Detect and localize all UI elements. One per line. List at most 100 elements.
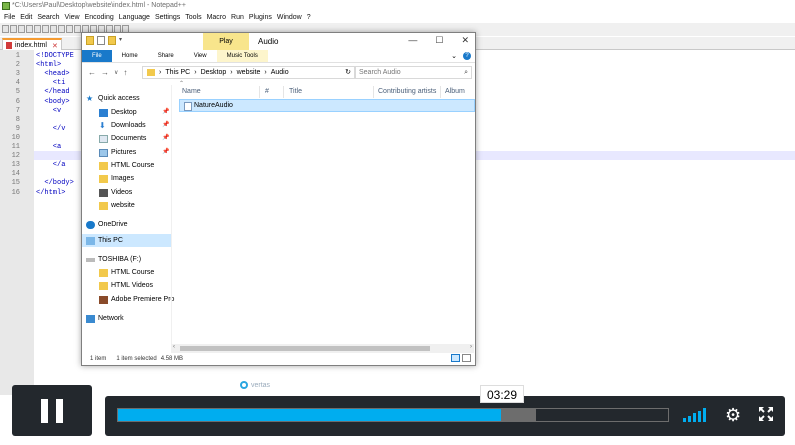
chevron-down-icon[interactable]: ▾ xyxy=(119,36,122,45)
line-number: 12 xyxy=(11,152,20,161)
menu-plugins[interactable]: Plugins xyxy=(249,12,272,23)
volume-icon[interactable] xyxy=(683,408,706,422)
new-file-icon[interactable] xyxy=(2,25,9,33)
tab-share[interactable]: Share xyxy=(148,50,184,62)
recent-locations-icon[interactable]: ∨ xyxy=(114,69,118,76)
nav-quick-access[interactable]: ★ Quick access xyxy=(86,92,140,105)
maximize-icon[interactable]: ☐ xyxy=(435,35,443,46)
menu-view[interactable]: View xyxy=(65,12,80,23)
menu-run[interactable]: Run xyxy=(231,12,244,23)
pin-icon[interactable]: 📌 xyxy=(162,134,169,141)
pin-icon[interactable]: 📌 xyxy=(162,148,169,155)
nav-onedrive[interactable]: OneDrive xyxy=(86,218,128,231)
menu-help[interactable]: ? xyxy=(307,12,311,23)
print-icon[interactable] xyxy=(50,25,57,33)
horizontal-scrollbar[interactable]: ‹ › xyxy=(172,344,474,353)
pin-icon[interactable]: 📌 xyxy=(162,121,169,128)
column-divider[interactable] xyxy=(283,86,284,98)
minimize-icon[interactable]: — xyxy=(408,35,417,46)
download-icon: ⬇ xyxy=(99,120,106,130)
nav-item-pictures[interactable]: Pictures xyxy=(99,146,136,159)
menu-tools[interactable]: Tools xyxy=(185,12,201,23)
paste-icon[interactable] xyxy=(74,25,81,33)
nav-item-desktop[interactable]: Desktop xyxy=(99,106,137,119)
nav-item-website[interactable]: website xyxy=(99,199,135,212)
forward-icon[interactable]: → xyxy=(101,68,109,77)
breadcrumb-audio[interactable]: Audio xyxy=(271,67,289,79)
menu-settings[interactable]: Settings xyxy=(155,12,180,23)
tab-file[interactable]: File xyxy=(82,50,112,62)
tab-index-html[interactable]: index.html ✕ xyxy=(2,38,62,50)
menu-edit[interactable]: Edit xyxy=(20,12,32,23)
gear-icon[interactable]: ⚙ xyxy=(725,405,741,425)
copy-icon[interactable] xyxy=(66,25,73,33)
nav-item-downloads[interactable]: ⬇ Downloads xyxy=(99,119,146,132)
column-album[interactable]: Album xyxy=(445,88,465,95)
large-icons-view-icon[interactable] xyxy=(462,354,471,362)
column-name[interactable]: Name xyxy=(182,88,201,95)
menu-encoding[interactable]: Encoding xyxy=(85,12,114,23)
column-divider[interactable] xyxy=(440,86,441,98)
folder-icon[interactable] xyxy=(86,36,94,45)
nav-item-images[interactable]: Images xyxy=(99,172,134,185)
breadcrumb-desktop[interactable]: Desktop xyxy=(201,67,227,79)
selected-count: 1 item selected xyxy=(116,356,157,362)
column-number[interactable]: # xyxy=(265,88,269,95)
scroll-right-icon[interactable]: › xyxy=(470,344,472,350)
nav-drive-html-videos[interactable]: HTML Videos xyxy=(99,279,153,292)
breadcrumb-this-pc[interactable]: This PC xyxy=(165,67,190,79)
pane-divider[interactable] xyxy=(171,85,172,353)
scrollbar-thumb[interactable] xyxy=(180,346,430,351)
column-divider[interactable] xyxy=(259,86,260,98)
ribbon-right-controls: ⌄ ? xyxy=(451,52,471,60)
refresh-icon[interactable]: ↻ xyxy=(345,67,354,79)
code-line: <html> xyxy=(36,61,62,70)
code-line: <!DOCTYPE xyxy=(36,52,74,60)
search-icon[interactable]: ⌕ xyxy=(464,67,468,79)
column-title[interactable]: Title xyxy=(289,88,302,95)
close-all-icon[interactable] xyxy=(42,25,49,33)
nav-this-pc[interactable]: This PC xyxy=(86,234,123,247)
nav-item-videos[interactable]: Videos xyxy=(99,186,132,199)
nav-drive-html-course[interactable]: HTML Course xyxy=(99,266,154,279)
save-icon[interactable] xyxy=(18,25,25,33)
nav-drive-toshiba[interactable]: TOSHIBA (F:) xyxy=(86,253,141,266)
nav-network[interactable]: Network xyxy=(86,312,124,325)
breadcrumb-website[interactable]: website xyxy=(237,67,261,79)
menu-language[interactable]: Language xyxy=(119,12,150,23)
new-folder-icon[interactable] xyxy=(108,36,116,45)
fullscreen-icon[interactable] xyxy=(758,406,774,422)
search-input[interactable]: Search Audio ⌕ xyxy=(355,66,472,79)
nav-item-documents[interactable]: Documents xyxy=(99,132,146,145)
column-contributing-artists[interactable]: Contributing artists xyxy=(378,88,436,95)
tab-home[interactable]: Home xyxy=(112,50,148,62)
save-all-icon[interactable] xyxy=(26,25,33,33)
open-file-icon[interactable] xyxy=(10,25,17,33)
scroll-left-icon[interactable]: ‹ xyxy=(173,344,175,350)
close-file-icon[interactable] xyxy=(34,25,41,33)
file-row[interactable]: NatureAudio xyxy=(179,99,475,112)
menu-search[interactable]: Search xyxy=(37,12,59,23)
close-icon[interactable]: ✕ xyxy=(461,35,469,46)
progress-bar[interactable] xyxy=(117,408,669,422)
cut-icon[interactable] xyxy=(58,25,65,33)
properties-icon[interactable] xyxy=(97,36,105,45)
code-line: </v xyxy=(36,124,66,133)
nav-item-html-course[interactable]: HTML Course xyxy=(99,159,154,172)
pause-button[interactable] xyxy=(12,385,92,436)
back-icon[interactable]: ← xyxy=(88,68,96,77)
menu-macro[interactable]: Macro xyxy=(207,12,226,23)
details-view-icon[interactable] xyxy=(451,354,460,362)
expand-ribbon-icon[interactable]: ⌄ xyxy=(451,52,457,60)
column-divider[interactable] xyxy=(373,86,374,98)
nav-drive-adobe-premiere[interactable]: Adobe Premiere Pro xyxy=(99,293,174,306)
tab-view[interactable]: View xyxy=(184,50,217,62)
pin-icon[interactable]: 📌 xyxy=(162,108,169,115)
address-bar[interactable]: › This PC › Desktop › website › Audio ↻ xyxy=(142,66,355,79)
menu-window[interactable]: Window xyxy=(277,12,302,23)
tab-play[interactable]: Play xyxy=(203,33,249,50)
up-icon[interactable]: ↑ xyxy=(123,68,127,77)
tab-music-tools[interactable]: Music Tools xyxy=(216,50,268,62)
menu-file[interactable]: File xyxy=(4,12,15,23)
help-icon[interactable]: ? xyxy=(463,52,471,60)
